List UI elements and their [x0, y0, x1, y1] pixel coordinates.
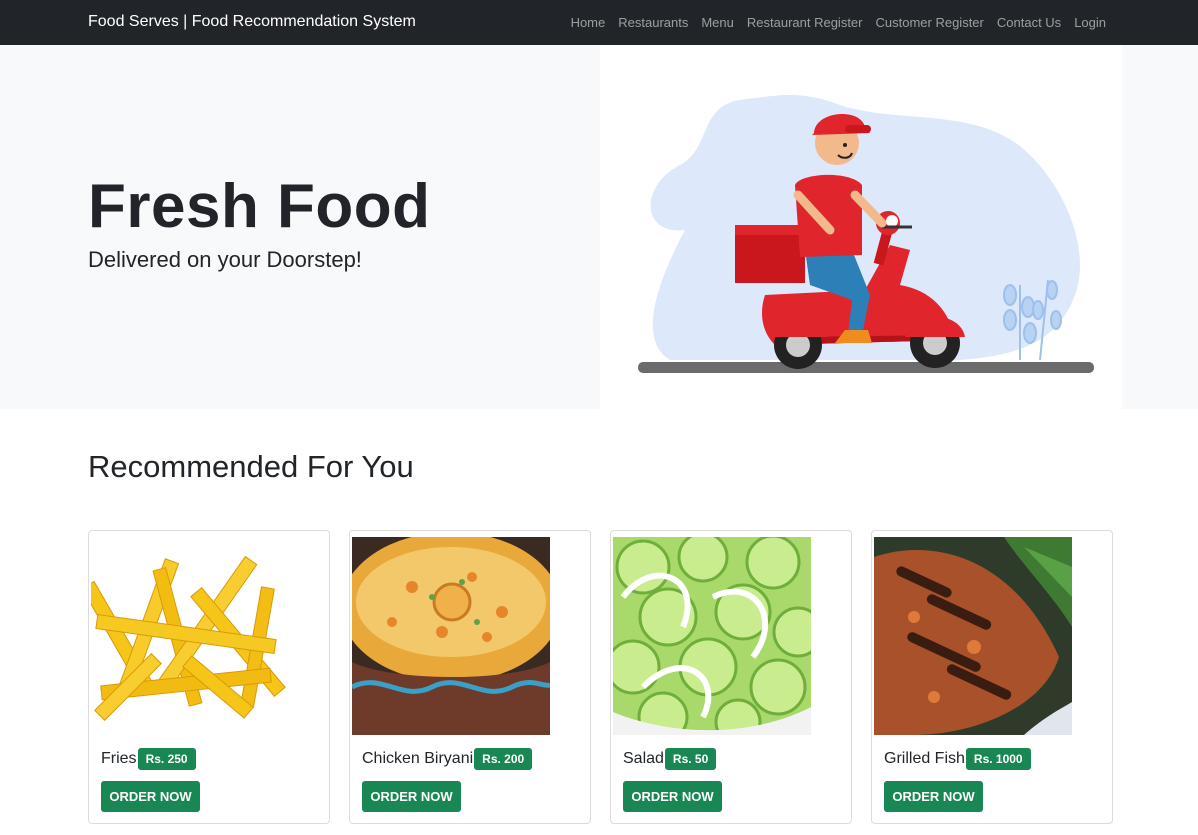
nav-link-customer-register[interactable]: Customer Register — [876, 15, 984, 30]
food-name: Fries — [101, 750, 137, 767]
food-name: Grilled Fish — [884, 750, 965, 767]
food-card: Fries Rs. 250 ORDER NOW — [88, 530, 330, 824]
hero-title: Fresh Food — [88, 172, 431, 241]
salad-photo — [613, 537, 811, 735]
card-title-row: Salad Rs. 50 — [623, 748, 717, 770]
navbar: Food Serves | Food Recommendation System… — [0, 0, 1198, 45]
card-title-row: Fries Rs. 250 — [101, 748, 196, 770]
food-name: Salad — [623, 750, 664, 767]
hero-subtitle: Delivered on your Doorstep! — [88, 247, 362, 272]
order-now-button[interactable]: ORDER NOW — [362, 781, 461, 812]
hero-section: Fresh Food Delivered on your Doorstep! — [0, 45, 1198, 409]
delivery-illustration — [600, 45, 1122, 409]
fries-photo — [91, 537, 289, 735]
price-badge: Rs. 250 — [137, 748, 196, 770]
price-badge: Rs. 1000 — [965, 748, 1031, 770]
nav-links: Home Restaurants Menu Restaurant Registe… — [571, 15, 1106, 30]
order-now-button[interactable]: ORDER NOW — [884, 781, 983, 812]
grilled-fish-photo — [874, 537, 1072, 735]
food-card: Grilled Fish Rs. 1000 ORDER NOW — [871, 530, 1113, 824]
order-now-button[interactable]: ORDER NOW — [101, 781, 200, 812]
nav-link-restaurants[interactable]: Restaurants — [618, 15, 688, 30]
food-card: Chicken Biryani Rs. 200 ORDER NOW — [349, 530, 591, 824]
nav-link-contact-us[interactable]: Contact Us — [997, 15, 1061, 30]
nav-link-home[interactable]: Home — [571, 15, 606, 30]
price-badge: Rs. 200 — [474, 748, 533, 770]
nav-link-login[interactable]: Login — [1074, 15, 1106, 30]
order-now-button[interactable]: ORDER NOW — [623, 781, 722, 812]
card-title-row: Grilled Fish Rs. 1000 — [884, 748, 1031, 770]
card-title-row: Chicken Biryani Rs. 200 — [362, 748, 533, 770]
recommended-title: Recommended For You — [88, 449, 414, 484]
nav-link-menu[interactable]: Menu — [701, 15, 734, 30]
price-badge: Rs. 50 — [664, 748, 717, 770]
nav-link-restaurant-register[interactable]: Restaurant Register — [747, 15, 863, 30]
food-card: Salad Rs. 50 ORDER NOW — [610, 530, 852, 824]
food-name: Chicken Biryani — [362, 750, 474, 767]
navbar-brand[interactable]: Food Serves | Food Recommendation System — [88, 13, 416, 31]
biryani-photo — [352, 537, 550, 735]
